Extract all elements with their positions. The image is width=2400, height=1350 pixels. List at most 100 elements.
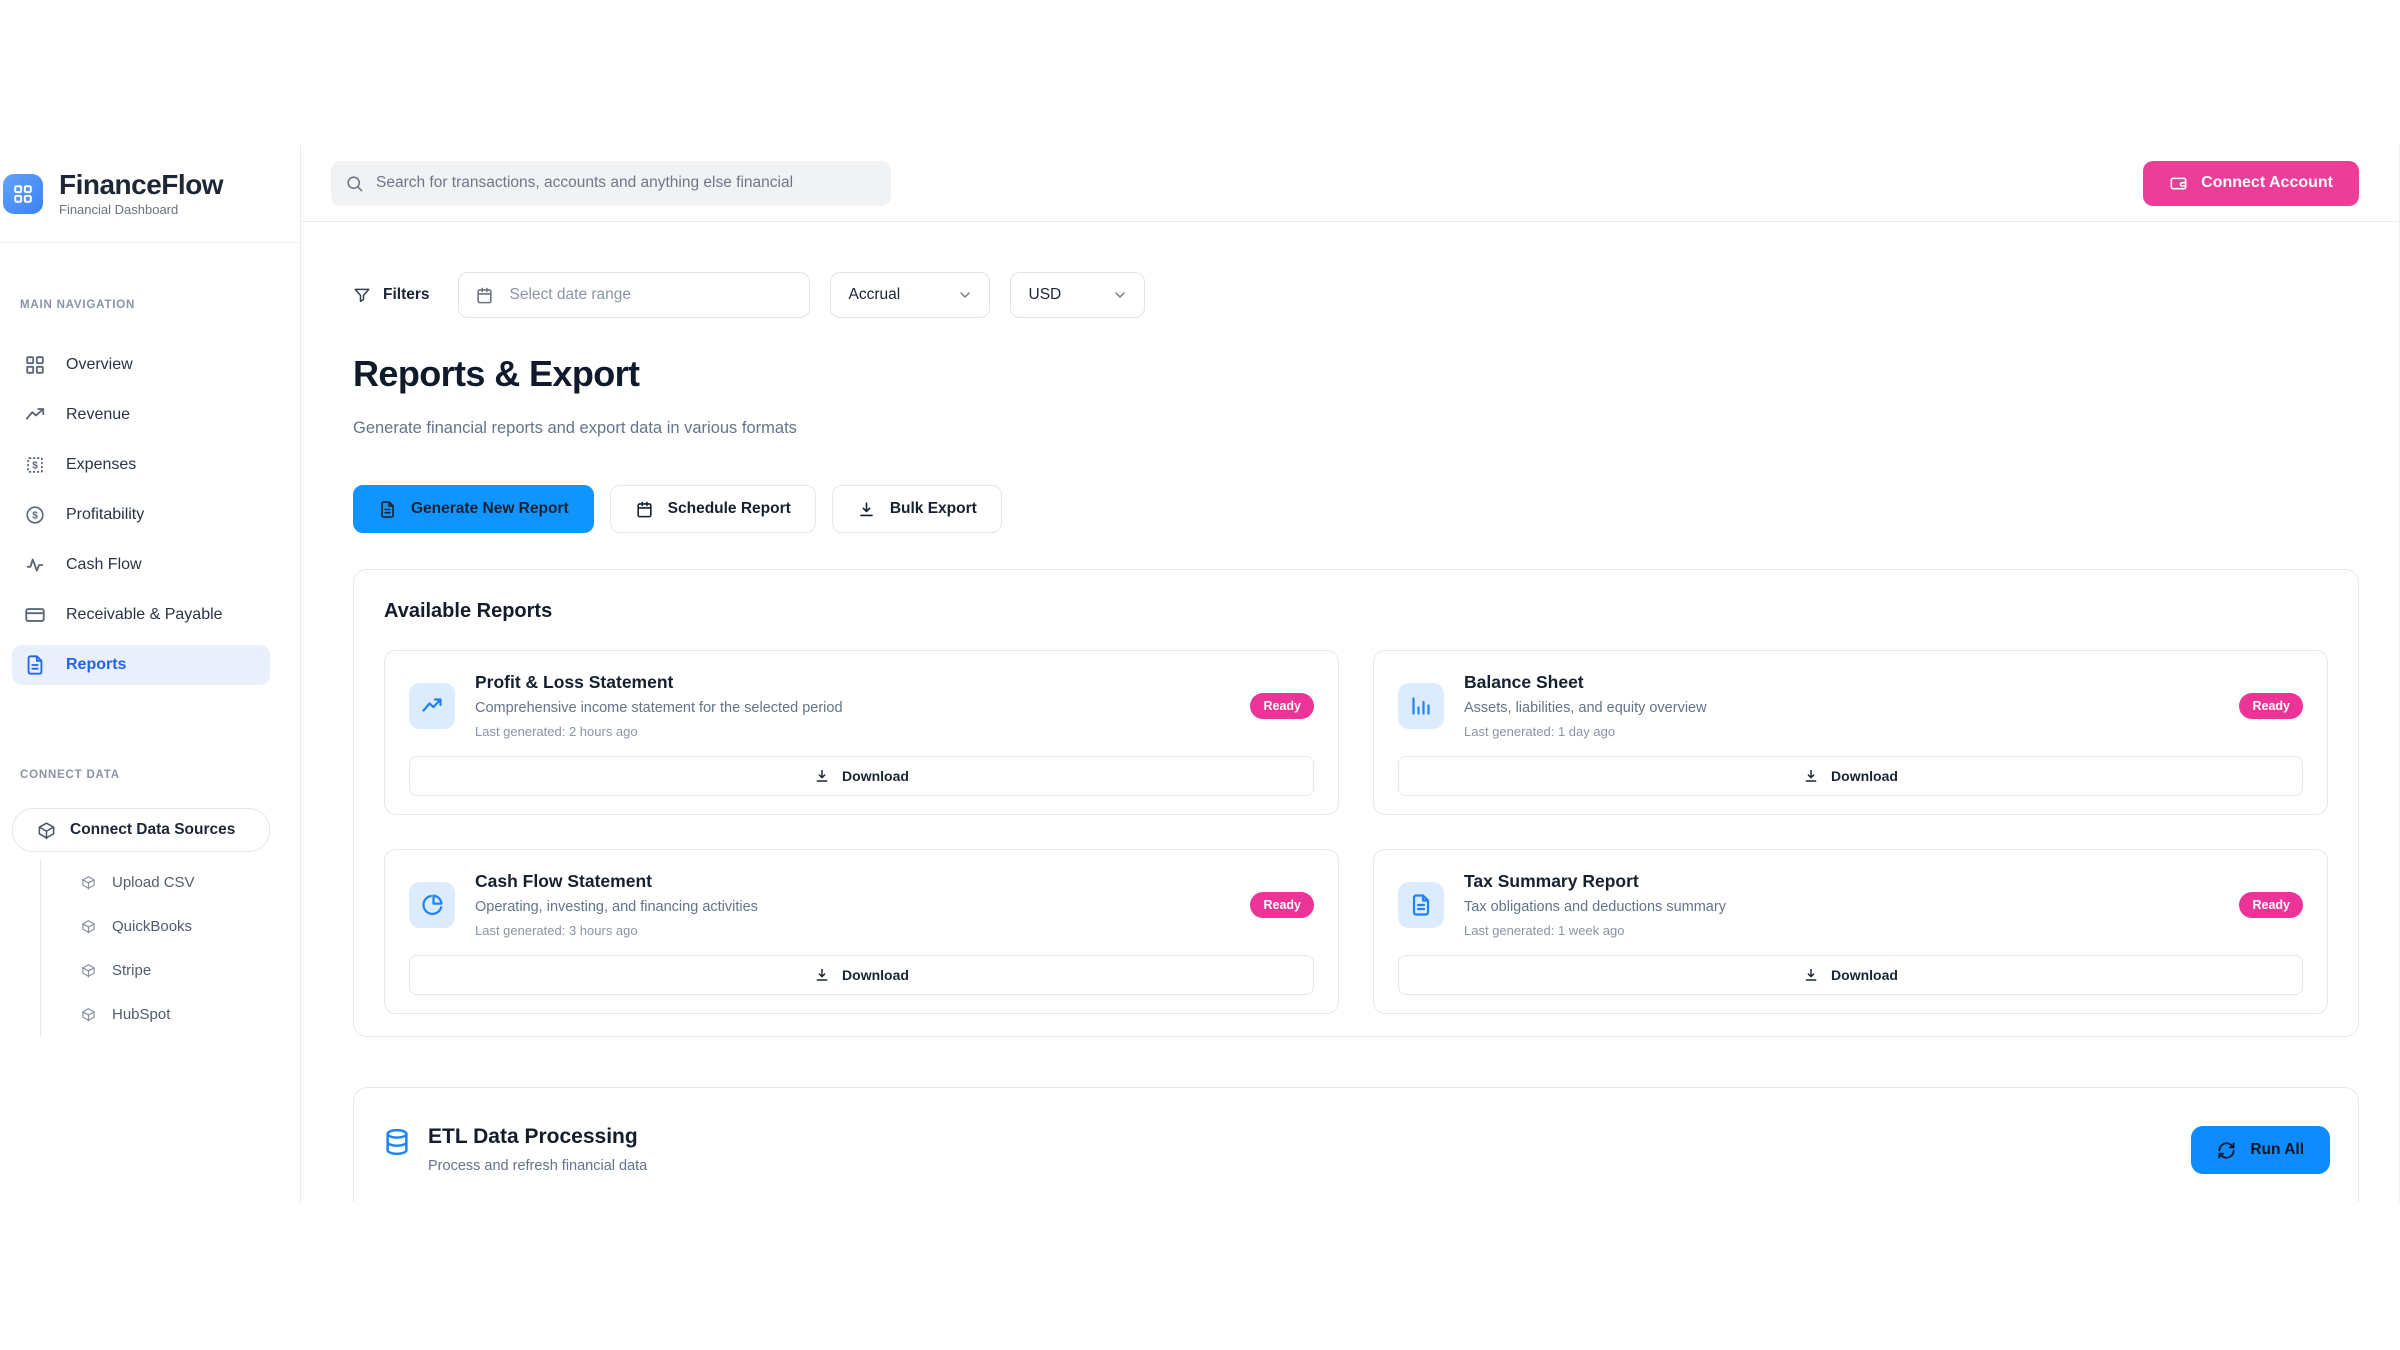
date-range-input[interactable] [508,285,793,305]
generate-new-report-label: Generate New Report [411,500,569,518]
report-card-balance-sheet: Balance Sheet Assets, liabilities, and e… [1373,650,2328,815]
bulk-export-button[interactable]: Bulk Export [832,485,1002,533]
filters-row: Filters Accrual USD [353,272,2359,318]
brand-name: FinanceFlow [59,170,223,199]
generate-new-report-button[interactable]: Generate New Report [353,485,594,533]
card-header: Cash Flow Statement Operating, investing… [409,870,1314,939]
etl-header: ETL Data Processing Process and refresh … [382,1124,2330,1176]
filter-funnel-icon [353,286,371,304]
chevron-down-icon [957,287,973,303]
filters-label: Filters [383,286,430,304]
download-button[interactable]: Download [409,756,1314,796]
sidebar-item-reports[interactable]: Reports [12,645,270,685]
sidebar-item-cash-flow[interactable]: Cash Flow [12,545,270,585]
download-button[interactable]: Download [409,955,1314,995]
available-reports-panel: Available Reports Profit & Loss Statemen… [353,569,2359,1037]
report-description: Comprehensive income statement for the s… [475,698,1230,718]
file-text-icon [378,500,397,519]
receipt-icon: $ [24,454,46,476]
download-button[interactable]: Download [1398,955,2303,995]
sidebar-item-expenses[interactable]: $ Expenses [12,445,270,485]
activity-icon [24,554,46,576]
report-title: Tax Summary Report [1464,870,2219,892]
brand-tagline: Financial Dashboard [59,202,223,217]
sidebar-item-hubspot[interactable]: HubSpot [41,992,300,1036]
svg-text:$: $ [32,461,38,472]
sidebar-item-overview[interactable]: Overview [12,345,270,385]
card-header: Balance Sheet Assets, liabilities, and e… [1398,671,2303,740]
accounting-method-value: Accrual [849,286,901,304]
connect-account-label: Connect Account [2201,174,2333,192]
sidebar-item-label: Expenses [66,456,136,474]
sidebar-item-label: Cash Flow [66,556,142,574]
connect-data-sources-button[interactable]: Connect Data Sources [12,808,270,852]
connect-data-section-label: CONNECT DATA [20,769,300,781]
report-description: Operating, investing, and financing acti… [475,897,1230,917]
cube-icon [81,875,96,890]
top-bar: Connect Account [301,145,2399,222]
file-text-icon [24,654,46,676]
sidebar-item-upload-csv[interactable]: Upload CSV [41,860,300,904]
download-icon [857,500,876,519]
file-text-icon [1398,882,1444,928]
sidebar-item-receivable-payable[interactable]: Receivable & Payable [12,595,270,635]
sidebar-item-stripe[interactable]: Stripe [41,948,300,992]
filters-label-group: Filters [353,286,430,304]
data-source-list: Upload CSV QuickBooks Stripe HubSpot [40,860,300,1036]
cube-icon [37,821,56,840]
run-all-button[interactable]: Run All [2191,1126,2330,1174]
connect-data-sources-label: Connect Data Sources [70,821,235,839]
report-card-profit-loss: Profit & Loss Statement Comprehensive in… [384,650,1339,815]
brand-header: FinanceFlow Financial Dashboard [0,145,300,243]
content: Filters Accrual USD Reports & Export Gen… [301,222,2399,1202]
main-nav-section-label: MAIN NAVIGATION [20,299,300,311]
download-label: Download [1831,967,1898,983]
card-text: Profit & Loss Statement Comprehensive in… [475,671,1230,740]
report-last-generated: Last generated: 1 week ago [1464,922,2219,939]
calendar-icon [635,500,654,519]
source-label: Stripe [112,962,151,979]
currency-value: USD [1029,286,1062,304]
status-badge: Ready [2239,892,2303,918]
app-window: FinanceFlow Financial Dashboard MAIN NAV… [0,145,2400,1202]
card-text: Tax Summary Report Tax obligations and d… [1464,870,2219,939]
page-title: Reports & Export [353,352,2359,395]
sidebar-item-revenue[interactable]: Revenue [12,395,270,435]
accounting-method-select[interactable]: Accrual [830,272,990,318]
report-last-generated: Last generated: 2 hours ago [475,723,1230,740]
pie-chart-icon [409,882,455,928]
download-button[interactable]: Download [1398,756,2303,796]
source-label: QuickBooks [112,918,192,935]
download-label: Download [1831,768,1898,784]
report-cards-grid: Profit & Loss Statement Comprehensive in… [384,650,2328,1014]
sidebar-item-label: Receivable & Payable [66,606,223,624]
source-label: Upload CSV [112,874,195,891]
calendar-icon [475,286,494,305]
report-last-generated: Last generated: 3 hours ago [475,922,1230,939]
status-badge: Ready [1250,693,1314,719]
dashboard-grid-icon [24,354,46,376]
wallet-icon [2169,174,2188,193]
bar-chart-icon [1398,683,1444,729]
refresh-icon [2217,1141,2236,1160]
dashboard-grid-icon [12,183,34,205]
download-icon [814,967,830,983]
currency-select[interactable]: USD [1010,272,1145,318]
main-nav: Overview Revenue $ Expenses $ Profitabil… [0,345,300,685]
search-bar[interactable] [331,161,891,206]
sidebar-item-profitability[interactable]: $ Profitability [12,495,270,535]
report-title: Balance Sheet [1464,671,2219,693]
status-badge: Ready [2239,693,2303,719]
date-range-picker[interactable] [458,272,810,318]
etl-subtitle: Process and refresh financial data [428,1156,647,1176]
etl-text: ETL Data Processing Process and refresh … [428,1124,647,1176]
download-label: Download [842,967,909,983]
chevron-down-icon [1112,287,1128,303]
card-header: Tax Summary Report Tax obligations and d… [1398,870,2303,939]
schedule-report-button[interactable]: Schedule Report [610,485,816,533]
credit-card-icon [24,604,46,626]
connect-account-button[interactable]: Connect Account [2143,161,2359,206]
search-input[interactable] [374,173,877,193]
sidebar-item-quickbooks[interactable]: QuickBooks [41,904,300,948]
actions-row: Generate New Report Schedule Report Bulk… [353,485,2359,533]
